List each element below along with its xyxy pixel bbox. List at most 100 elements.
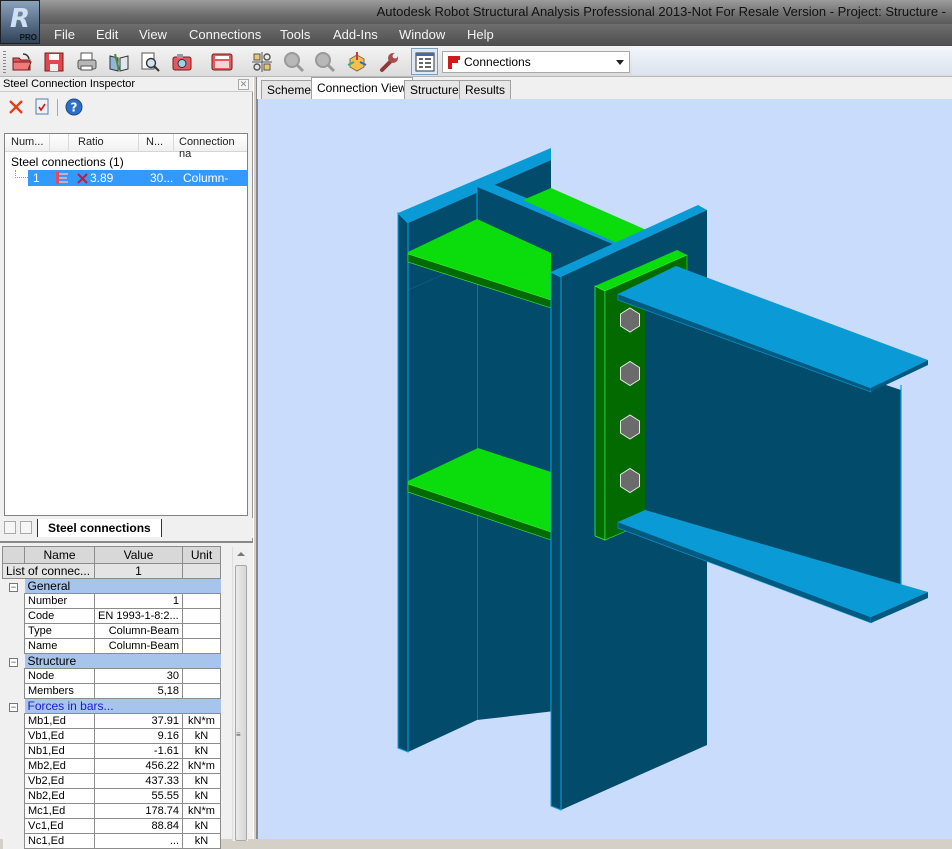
property-value[interactable]: Column-Beam [94, 638, 183, 654]
calc-note-icon[interactable] [34, 98, 50, 115]
minus-icon[interactable]: − [9, 583, 18, 593]
column-ratio[interactable]: Ratio [78, 136, 104, 148]
property-unit [182, 608, 221, 624]
property-row[interactable]: Vb1,Ed 9.16 kN [2, 728, 221, 744]
property-value[interactable]: 30 [94, 668, 183, 684]
menu-file[interactable]: File [54, 27, 75, 42]
preview-button[interactable] [138, 50, 162, 74]
property-value[interactable]: ... [94, 833, 183, 849]
property-category[interactable]: − Structure [2, 653, 221, 669]
zoom-window-button[interactable] [282, 50, 306, 74]
zoom-out-button[interactable] [313, 50, 337, 74]
scroll-up-icon[interactable] [237, 552, 245, 556]
column-connection-name[interactable]: Connection na [179, 136, 247, 160]
property-name: Mb1,Ed [24, 713, 95, 729]
vertical-scrollbar[interactable]: ≡ [232, 547, 248, 841]
property-row[interactable]: Type Column-Beam [2, 623, 221, 639]
property-category[interactable]: − Forces in bars... [2, 698, 221, 714]
sheet-next-button[interactable] [20, 521, 32, 534]
tab-connection-view[interactable]: Connection View [311, 77, 413, 99]
property-value[interactable]: -1.61 [94, 743, 183, 759]
property-row[interactable]: Nb1,Ed -1.61 kN [2, 743, 221, 759]
minus-icon[interactable]: − [9, 703, 18, 712]
calculator-button[interactable] [210, 50, 234, 74]
property-unit [182, 593, 221, 609]
menu-view[interactable]: View [139, 27, 167, 42]
property-category[interactable]: − General [2, 578, 221, 594]
property-row[interactable]: Code EN 1993-1-8:2... [2, 608, 221, 624]
property-value[interactable]: 37.91 [94, 713, 183, 729]
property-row[interactable]: Mb2,Ed 456.22 kN*m [2, 758, 221, 774]
print-icon [77, 52, 97, 71]
menu-tools[interactable]: Tools [280, 27, 310, 42]
connection-3d-view[interactable] [257, 99, 952, 839]
scrollbar-thumb[interactable] [235, 565, 247, 841]
tab-steel-connections[interactable]: Steel connections [37, 519, 162, 537]
property-row[interactable]: Node 30 [2, 668, 221, 684]
property-row[interactable]: Members 5,18 [2, 683, 221, 699]
chevron-down-icon[interactable] [616, 60, 624, 65]
property-row[interactable]: Nb2,Ed 55.55 kN [2, 788, 221, 804]
menu-window[interactable]: Window [399, 27, 445, 42]
property-value[interactable]: 456.22 [94, 758, 183, 774]
inspector-toggle-button[interactable] [411, 48, 438, 75]
connection-row[interactable]: 1 3.89 30... Column-Beam [28, 170, 247, 199]
property-value[interactable]: 1 [94, 563, 183, 579]
menu-add-ins[interactable]: Add-Ins [333, 27, 378, 42]
property-value[interactable]: 5,18 [94, 683, 183, 699]
tools-button[interactable] [377, 50, 401, 74]
toolbar-grip[interactable] [3, 51, 6, 73]
property-value[interactable]: 55.55 [94, 788, 183, 804]
property-value[interactable]: 88.84 [94, 818, 183, 834]
property-row[interactable]: Nc1,Ed... kN [2, 833, 221, 849]
minus-icon[interactable]: − [9, 658, 18, 667]
property-value[interactable]: 437.33 [94, 773, 183, 789]
tree-group-steel-connections[interactable]: Steel connections (1) [11, 155, 124, 169]
zoom-views-icon [252, 52, 272, 72]
view-tab-bar: Scheme Connection View Structure Results [257, 77, 952, 99]
row-gutter [2, 833, 25, 849]
collapse-toggle[interactable]: − [2, 653, 25, 669]
collapse-toggle[interactable]: − [2, 578, 25, 594]
book-button[interactable] [107, 50, 131, 74]
layout-selector[interactable]: Connections [442, 51, 630, 73]
menu-help[interactable]: Help [467, 27, 494, 42]
app-logo[interactable]: R PRO [0, 0, 40, 44]
property-row[interactable]: Vb2,Ed 437.33 kN [2, 773, 221, 789]
delete-icon[interactable] [8, 99, 24, 115]
menu-connections[interactable]: Connections [189, 27, 261, 42]
zoom-views-button[interactable] [250, 50, 274, 74]
open-button[interactable] [10, 50, 34, 74]
menu-edit[interactable]: Edit [96, 27, 118, 42]
print-button[interactable] [75, 50, 99, 74]
property-value[interactable]: EN 1993-1-8:2... [94, 608, 183, 624]
column-node[interactable]: N... [146, 136, 163, 148]
tab-scheme[interactable]: Scheme [261, 80, 318, 99]
property-unit: kN*m [182, 758, 221, 774]
row-gutter [2, 668, 25, 684]
property-value[interactable]: 1 [94, 593, 183, 609]
collapse-toggle[interactable]: − [2, 698, 25, 714]
help-icon[interactable]: ? [65, 98, 83, 116]
connections-list[interactable]: Num... Ratio N... Connection na Steel co… [4, 133, 248, 516]
sheet-prev-button[interactable] [4, 521, 16, 534]
save-button[interactable] [42, 50, 66, 74]
property-row[interactable]: Number 1 [2, 593, 221, 609]
property-value[interactable]: 9.16 [94, 728, 183, 744]
property-row[interactable]: Name Column-Beam [2, 638, 221, 654]
property-row[interactable]: Mb1,Ed 37.91 kN*m [2, 713, 221, 729]
column-number[interactable]: Num... [11, 136, 43, 148]
row-gutter [2, 713, 25, 729]
property-row[interactable]: Vc1,Ed 88.84 kN [2, 818, 221, 834]
property-row[interactable]: List of connec... 1 [2, 563, 221, 579]
screen-capture-button[interactable] [170, 50, 194, 74]
property-row[interactable]: Mc1,Ed 178.74 kN*m [2, 803, 221, 819]
property-value[interactable]: 178.74 [94, 803, 183, 819]
close-icon[interactable]: ✕ [238, 79, 249, 90]
tab-structure[interactable]: Structure [404, 80, 465, 99]
tab-results[interactable]: Results [459, 80, 512, 99]
row-gutter [2, 623, 25, 639]
property-value[interactable]: Column-Beam [94, 623, 183, 639]
view-3d-button[interactable] [345, 50, 369, 74]
zoom-out-icon [315, 52, 336, 73]
